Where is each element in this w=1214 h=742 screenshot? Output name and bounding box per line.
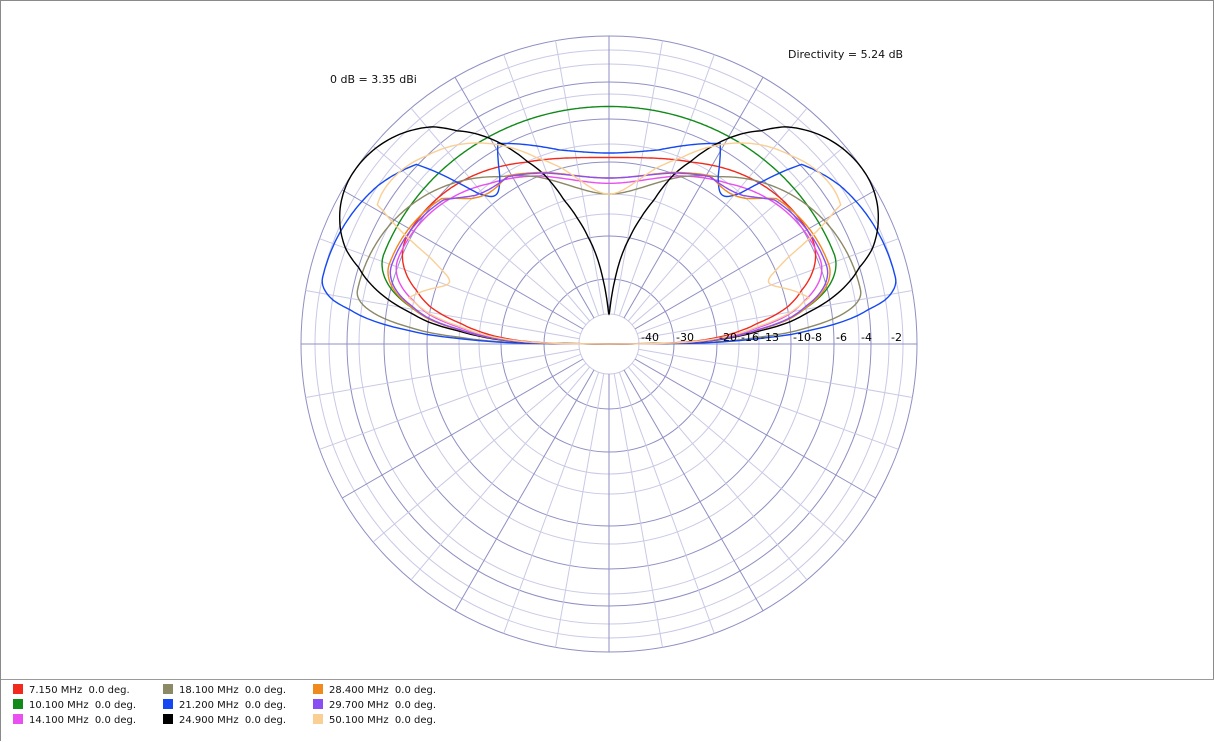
radial-tick-label: -30 — [676, 331, 694, 344]
chart-window: -40 -30 -20 -16 -13 -10 -8 -6 -4 -2 0 dB = 3.35 d… — [0, 0, 1214, 742]
major-spoke — [454, 369, 595, 611]
reference-level-annotation: 0 dB = 3.35 dBi — [330, 73, 417, 86]
major-spoke — [634, 189, 876, 330]
legend-swatch — [313, 684, 323, 694]
major-spoke — [623, 369, 764, 611]
minor-spoke — [618, 54, 715, 316]
minor-spoke — [627, 107, 808, 322]
legend-item: 50.100 MHz 0.0 deg. — [313, 714, 436, 727]
radial-tick-label: -16 — [741, 331, 759, 344]
minor-spoke — [305, 348, 580, 398]
minor-spoke — [372, 362, 587, 543]
minor-spoke — [410, 107, 591, 322]
legend-swatch — [163, 699, 173, 709]
minor-spoke — [410, 366, 591, 581]
minor-spoke — [555, 373, 605, 648]
legend-label: 29.700 MHz 0.0 deg. — [329, 700, 437, 711]
legend-swatch — [13, 684, 23, 694]
legend-item: 7.150 MHz 0.0 deg. — [13, 684, 130, 697]
radial-tick-label: -40 — [641, 331, 659, 344]
major-spoke — [342, 358, 584, 499]
legend-label: 18.100 MHz 0.0 deg. — [179, 685, 287, 696]
legend-label: 7.150 MHz 0.0 deg. — [29, 685, 130, 696]
legend-item: 18.100 MHz 0.0 deg. — [163, 684, 286, 697]
legend-item: 14.100 MHz 0.0 deg. — [13, 714, 136, 727]
polar-plot: -40 -30 -20 -16 -13 -10 -8 -6 -4 -2 0 dB = 3.35 d… — [300, 35, 918, 653]
minor-spoke — [503, 54, 600, 316]
minor-spoke — [613, 373, 663, 648]
legend-label: 50.100 MHz 0.0 deg. — [329, 715, 437, 726]
legend-label: 10.100 MHz 0.0 deg. — [29, 700, 137, 711]
legend: 7.150 MHz 0.0 deg. 10.100 MHz 0.0 deg. 14.… — [1, 679, 1214, 742]
radial-tick-labels: -40 -30 -20 -16 -13 -10 -8 -6 -4 -2 — [641, 331, 902, 344]
legend-label: 21.200 MHz 0.0 deg. — [179, 700, 287, 711]
minor-spoke — [631, 362, 846, 543]
minor-spoke — [319, 353, 581, 450]
radial-tick-label: -8 — [811, 331, 822, 344]
legend-label: 24.900 MHz 0.0 deg. — [179, 715, 287, 726]
legend-swatch — [163, 714, 173, 724]
legend-label: 28.400 MHz 0.0 deg. — [329, 685, 437, 696]
legend-swatch — [313, 699, 323, 709]
legend-swatch — [313, 714, 323, 724]
minor-spoke — [638, 348, 913, 398]
minor-spoke — [637, 353, 899, 450]
radial-tick-label: -20 — [719, 331, 737, 344]
legend-swatch — [13, 714, 23, 724]
major-spoke — [342, 189, 584, 330]
legend-item: 21.200 MHz 0.0 deg. — [163, 699, 286, 712]
radial-tick-label: -6 — [836, 331, 847, 344]
minor-spoke — [618, 372, 715, 634]
legend-item: 24.900 MHz 0.0 deg. — [163, 714, 286, 727]
legend-item: 10.100 MHz 0.0 deg. — [13, 699, 136, 712]
legend-swatch — [163, 684, 173, 694]
legend-item: 28.400 MHz 0.0 deg. — [313, 684, 436, 697]
radial-tick-label: -4 — [861, 331, 872, 344]
radial-tick-label: -10 — [793, 331, 811, 344]
major-spoke — [634, 358, 876, 499]
minor-spoke — [627, 366, 808, 581]
radial-tick-label: -13 — [761, 331, 779, 344]
radial-tick-label: -2 — [891, 331, 902, 344]
minor-spoke — [503, 372, 600, 634]
legend-swatch — [13, 699, 23, 709]
legend-item: 29.700 MHz 0.0 deg. — [313, 699, 436, 712]
legend-label: 14.100 MHz 0.0 deg. — [29, 715, 137, 726]
directivity-annotation: Directivity = 5.24 dB — [788, 48, 903, 61]
